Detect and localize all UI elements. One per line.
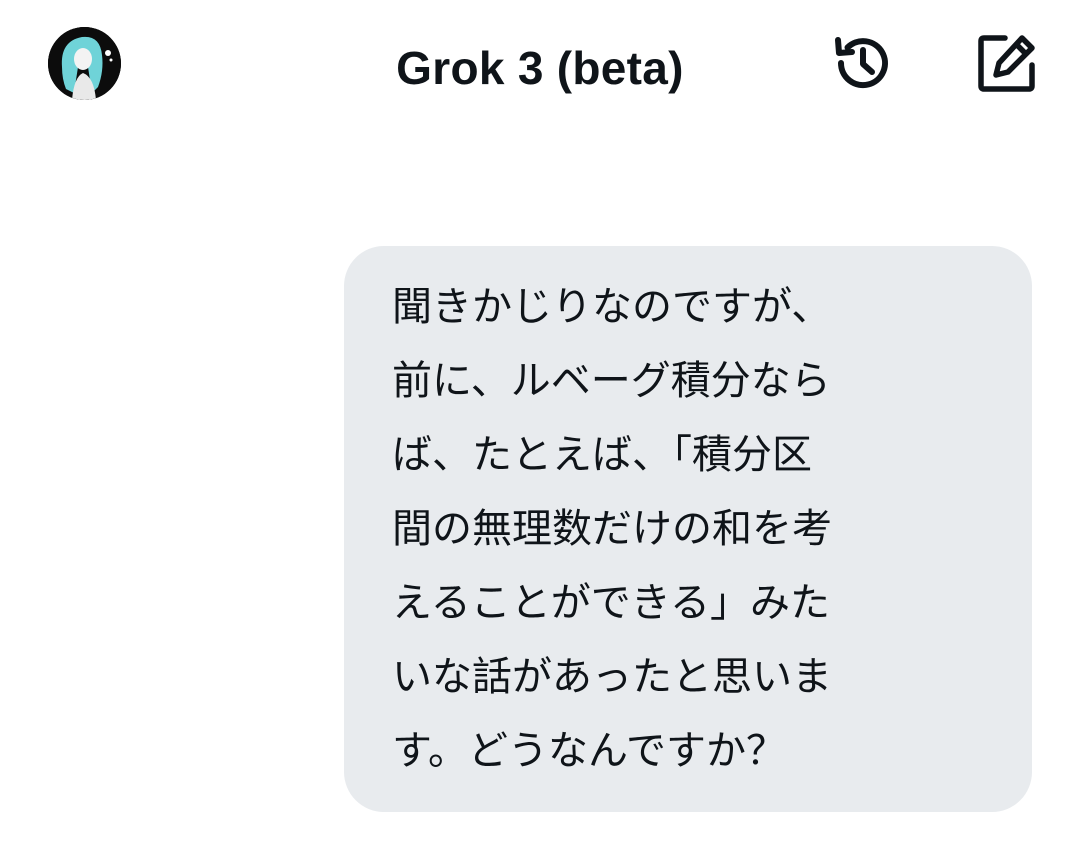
top-bar: Grok 3 (beta) (0, 0, 1080, 130)
user-avatar[interactable] (48, 27, 121, 100)
user-message-bubble: 聞きかじりなのですが、 前に、ルベーグ積分なら ば、たとえば、「積分区 間の無理… (344, 246, 1032, 812)
avatar-illustration-icon (48, 27, 121, 100)
compose-icon (978, 35, 1035, 92)
history-icon (835, 37, 888, 89)
history-button[interactable] (830, 30, 896, 96)
new-chat-button[interactable] (974, 30, 1040, 96)
page-title: Grok 3 (beta) (396, 42, 684, 94)
user-message-text: 聞きかじりなのですが、 前に、ルベーグ積分なら ば、たとえば、「積分区 間の無理… (392, 284, 832, 774)
